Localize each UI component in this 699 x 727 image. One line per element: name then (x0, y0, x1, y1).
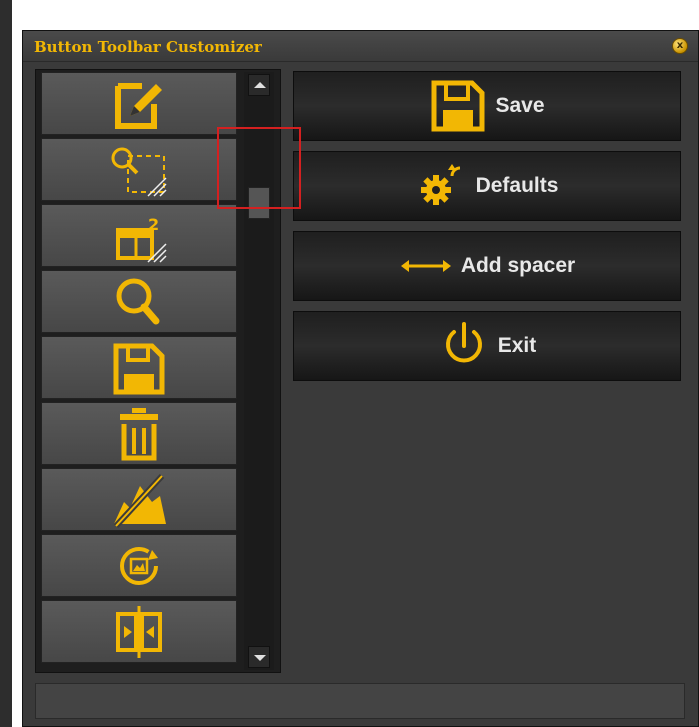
toolbar-button-edit[interactable] (41, 72, 237, 135)
list-scrollbar[interactable] (244, 72, 274, 670)
search-icon (116, 278, 160, 325)
close-button[interactable]: x (672, 38, 688, 54)
toolbar-button-delete[interactable] (41, 402, 237, 465)
horizontal-arrows-icon (400, 260, 451, 272)
exit-button[interactable]: Exit (293, 311, 681, 381)
layout-2-icon: 2 (116, 215, 167, 263)
power-icon (445, 322, 482, 363)
image-crop-icon (113, 473, 166, 528)
toolbar-button-flip[interactable] (41, 600, 237, 663)
exit-label: Exit (497, 334, 537, 357)
defaults-label: Defaults (475, 174, 559, 197)
toolbar-button-layout[interactable]: 2 (41, 204, 237, 267)
status-bar (35, 683, 685, 719)
trash-icon (120, 408, 158, 461)
scroll-down-button[interactable] (248, 646, 270, 668)
customizer-window: Button Toolbar Customizer x 2 Save Defau… (22, 30, 699, 727)
add-spacer-label: Add spacer (460, 254, 576, 277)
scroll-up-button[interactable] (248, 74, 270, 96)
gear-reset-icon (420, 164, 460, 205)
edit-icon (115, 83, 162, 129)
save-label: Save (495, 94, 545, 117)
rotate-image-icon (120, 547, 158, 585)
scroll-thumb[interactable] (248, 187, 270, 219)
svg-text:2: 2 (148, 215, 159, 234)
zoom-selection-icon (111, 147, 167, 197)
save-button[interactable]: Save (293, 71, 681, 141)
toolbar-button-image-crop[interactable] (41, 468, 237, 531)
save-icon (431, 80, 485, 132)
toolbar-button-list: 2 (35, 69, 281, 673)
save-icon (113, 343, 165, 395)
toolbar-button-save[interactable] (41, 336, 237, 399)
toolbar-button-search[interactable] (41, 270, 237, 333)
title-bar[interactable]: Button Toolbar Customizer x (23, 31, 698, 62)
close-icon: x (676, 40, 684, 51)
toolbar-button-zoom-selection[interactable] (41, 138, 237, 201)
background-window-edge (0, 0, 12, 727)
flip-horizontal-icon (116, 606, 162, 658)
window-title: Button Toolbar Customizer (34, 38, 262, 56)
toolbar-button-rotate-image[interactable] (41, 534, 237, 597)
defaults-button[interactable]: Defaults (293, 151, 681, 221)
add-spacer-button[interactable]: Add spacer (293, 231, 681, 301)
